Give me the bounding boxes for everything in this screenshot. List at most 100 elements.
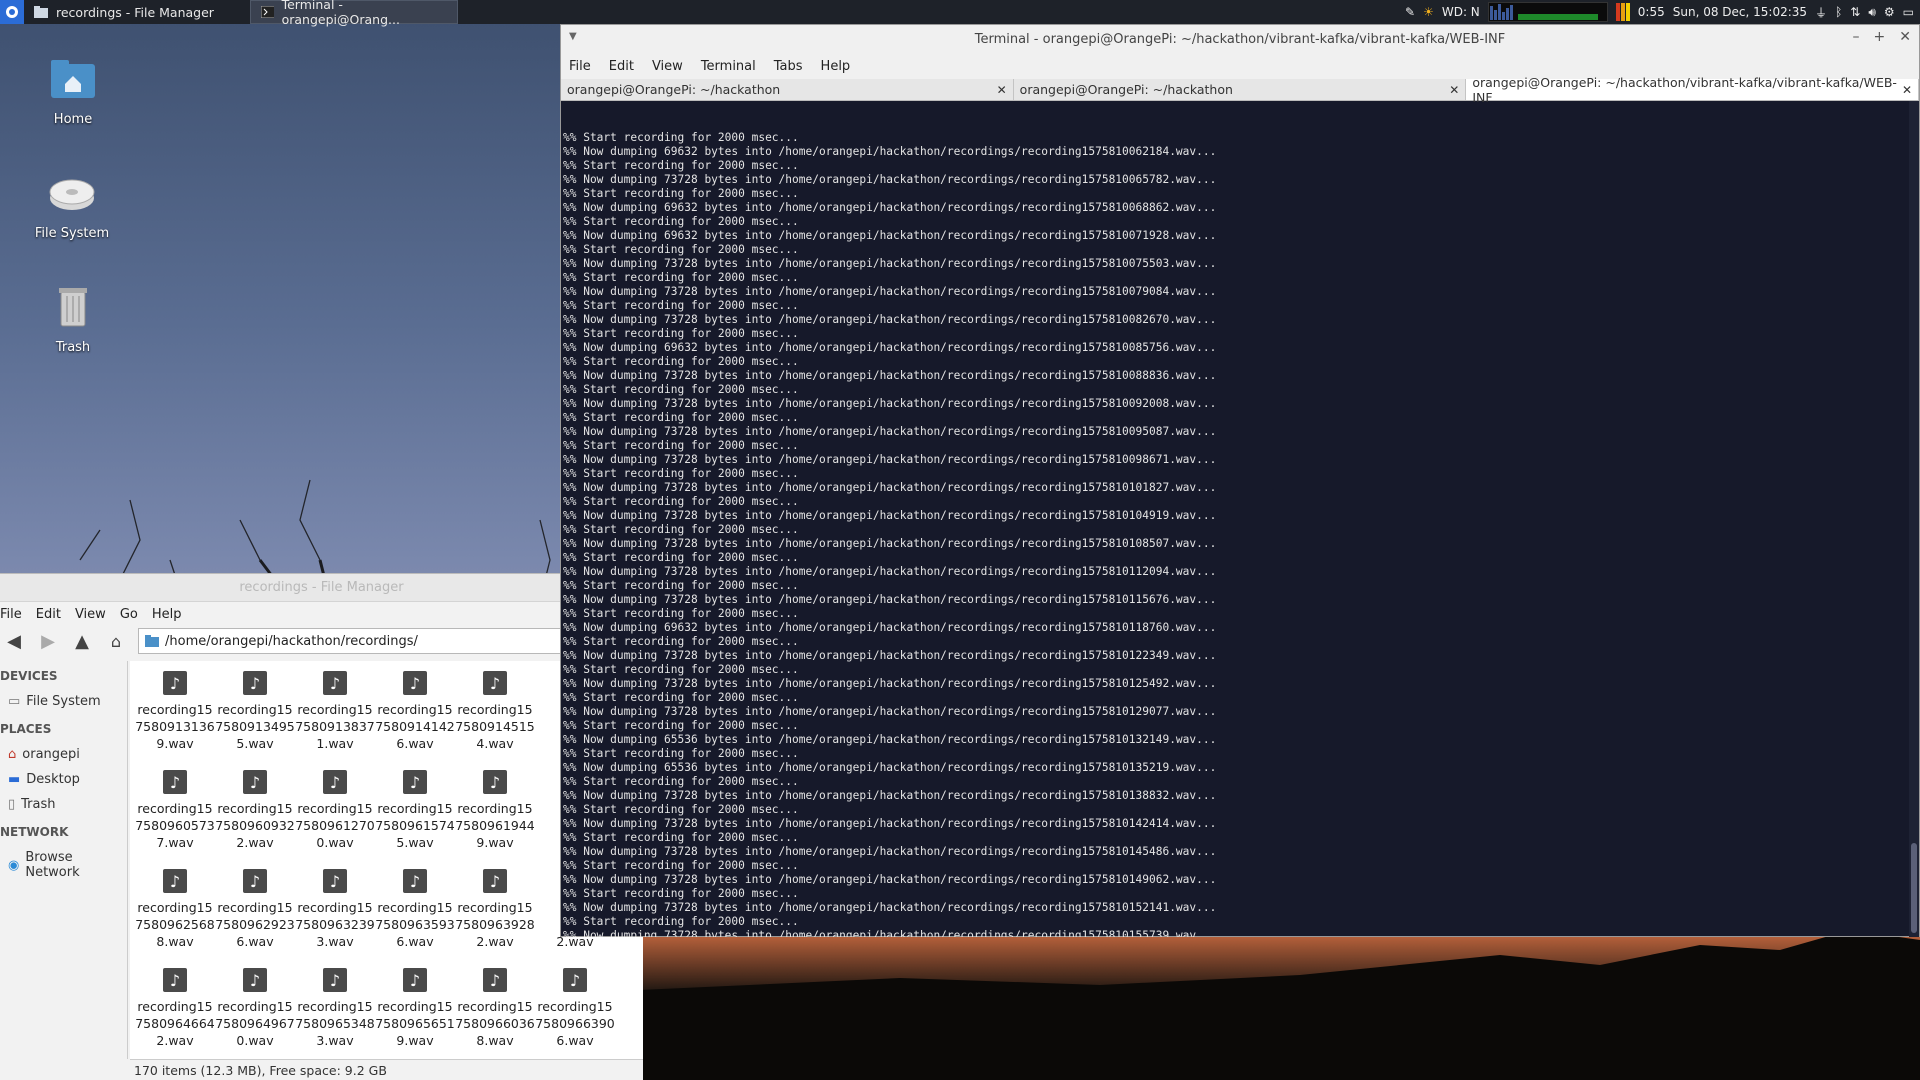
wd-indicator[interactable]: WD: N	[1442, 5, 1480, 19]
close-tab-icon[interactable]: ✕	[997, 83, 1007, 97]
file-item[interactable]: ♪ recording15 7580963239 3.wav	[295, 869, 375, 968]
file-item[interactable]: ♪ recording15 7580961270 0.wav	[295, 770, 375, 869]
file-item[interactable]: ♪ recording15 7580964967 0.wav	[215, 968, 295, 1059]
bluetooth-icon[interactable]: ᛒ	[1835, 5, 1842, 19]
scrollbar-thumb[interactable]	[1911, 843, 1917, 933]
file-item[interactable]: ♪ recording15 7580960932 2.wav	[215, 770, 295, 869]
terminal-line: %% Start recording for 2000 msec...	[563, 159, 799, 172]
file-name-line: recording15	[377, 900, 453, 915]
terminal-line: %% Start recording for 2000 msec...	[563, 747, 799, 760]
file-item[interactable]: ♪ recording15 7580964664 2.wav	[135, 968, 215, 1059]
up-button[interactable]: ▲	[70, 629, 94, 653]
file-item[interactable]: ♪ recording15 7580914515 4.wav	[455, 671, 535, 770]
terminal-tab-2[interactable]: orangepi@OrangePi: ~/hackathon ✕	[1014, 79, 1467, 100]
clock[interactable]: Sun, 08 Dec, 15:02:35	[1673, 5, 1807, 19]
file-item[interactable]: ♪ recording15 7580965348 3.wav	[295, 968, 375, 1059]
battery-time[interactable]: 0:55	[1638, 5, 1665, 19]
sidebar-item-browse-network[interactable]: ◉ Browse Network	[0, 845, 127, 885]
terminal-window: ▼ Terminal - orangepi@OrangePi: ~/hackat…	[560, 24, 1920, 937]
file-item[interactable]: ♪ recording15 7580913495 5.wav	[215, 671, 295, 770]
terminal-output[interactable]: %% Start recording for 2000 msec...%% No…	[561, 101, 1919, 937]
terminal-line: %% Start recording for 2000 msec...	[563, 467, 799, 480]
file-item[interactable]: ♪ recording15 7580961574 5.wav	[375, 770, 455, 869]
file-item[interactable]: ♪ recording15 7580962568 8.wav	[135, 869, 215, 968]
back-button[interactable]: ◀	[2, 629, 26, 653]
cpu-graph[interactable]	[1487, 2, 1608, 22]
fm-menu-edit[interactable]: Edit	[36, 607, 61, 622]
desktop-icon-file-system[interactable]: File System	[22, 168, 122, 241]
term-menu-view[interactable]: View	[652, 59, 683, 74]
file-item[interactable]: ♪ recording15 7580966390 6.wav	[535, 968, 615, 1059]
fm-menu-help[interactable]: Help	[152, 607, 182, 622]
desktop-icon-home[interactable]: Home	[23, 54, 123, 127]
terminal-line: %% Start recording for 2000 msec...	[563, 803, 799, 816]
term-menu-tabs[interactable]: Tabs	[774, 59, 803, 74]
taskbar-file-manager[interactable]: recordings - File Manager	[24, 0, 250, 24]
sidebar-network-header: NETWORK	[0, 825, 69, 839]
terminal-line: %% Now dumping 73728 bytes into /home/or…	[563, 285, 1217, 298]
file-name-line: 7.wav	[156, 835, 194, 850]
file-item[interactable]: ♪ recording15 7580962923 6.wav	[215, 869, 295, 968]
term-menu-help[interactable]: Help	[821, 59, 851, 74]
term-menu-terminal[interactable]: Terminal	[701, 59, 756, 74]
sidebar-item-file-system[interactable]: ▭ File System	[0, 689, 127, 714]
file-item[interactable]: ♪ recording15 7580913136 9.wav	[135, 671, 215, 770]
forward-button[interactable]: ▶	[36, 629, 60, 653]
term-menu-file[interactable]: File	[569, 59, 591, 74]
desktop-icon-trash[interactable]: Trash	[23, 282, 123, 355]
terminal-line: %% Start recording for 2000 msec...	[563, 691, 799, 704]
memory-meter[interactable]	[1615, 3, 1630, 21]
audio-file-icon: ♪	[483, 869, 507, 893]
weather-icon[interactable]: ☀	[1423, 5, 1434, 19]
terminal-line: %% Now dumping 73728 bytes into /home/or…	[563, 873, 1217, 886]
display-icon[interactable]: ▭	[1903, 5, 1914, 19]
file-manager-titlebar[interactable]: recordings - File Manager	[0, 574, 643, 602]
fm-menu-view[interactable]: View	[75, 607, 106, 622]
audio-file-icon: ♪	[323, 968, 347, 992]
terminal-tab-1[interactable]: orangepi@OrangePi: ~/hackathon ✕	[561, 79, 1014, 100]
location-path: /home/orangepi/hackathon/recordings/	[165, 633, 418, 649]
file-item[interactable]: ♪ recording15 7580914142 6.wav	[375, 671, 455, 770]
file-name-line: recording15	[137, 900, 213, 915]
arrow-right-icon: ▶	[41, 630, 55, 652]
file-name-line: recording15	[457, 801, 533, 816]
volume-icon[interactable]: 🔊︎	[1868, 5, 1876, 20]
terminal-scrollbar[interactable]	[1909, 101, 1919, 937]
file-item[interactable]: ♪ recording15 7580966036 8.wav	[455, 968, 535, 1059]
notes-icon[interactable]: ✎	[1405, 5, 1415, 19]
terminal-tab-3[interactable]: orangepi@OrangePi: ~/hackathon/vibrant-k…	[1466, 75, 1920, 105]
window-menu-icon[interactable]: ▼	[569, 31, 577, 42]
sidebar-item-trash[interactable]: ▯ Trash	[0, 792, 127, 817]
file-item[interactable]: ♪ recording15 7580963928 2.wav	[455, 869, 535, 968]
sidebar-item-desktop[interactable]: ▬ Desktop	[0, 767, 127, 792]
terminal-titlebar[interactable]: ▼ Terminal - orangepi@OrangePi: ~/hackat…	[561, 25, 1919, 53]
fm-menu-file[interactable]: File	[0, 607, 22, 622]
terminal-line: %% Start recording for 2000 msec...	[563, 383, 799, 396]
maximize-icon[interactable]: +	[1874, 29, 1886, 45]
applications-menu-button[interactable]	[0, 0, 24, 24]
fm-menu-go[interactable]: Go	[120, 607, 138, 622]
terminal-line: %% Start recording for 2000 msec...	[563, 243, 799, 256]
taskbar-terminal[interactable]: Terminal - orangepi@Orang...	[250, 0, 458, 27]
file-name-line: recording15	[217, 801, 293, 816]
audio-file-icon: ♪	[323, 770, 347, 794]
close-icon[interactable]: ✕	[1899, 29, 1911, 45]
minimize-icon[interactable]: –	[1853, 29, 1860, 45]
network-icon[interactable]: ⇅	[1850, 5, 1860, 19]
file-item[interactable]: ♪ recording15 7580961944 9.wav	[455, 770, 535, 869]
drive-icon: ▭	[8, 694, 21, 709]
power-plug-icon[interactable]: ⏚	[1815, 4, 1827, 21]
file-item[interactable]: ♪ recording15 7580965651 9.wav	[375, 968, 455, 1059]
terminal-line: %% Start recording for 2000 msec...	[563, 271, 799, 284]
file-item[interactable]: ♪ recording15 7580960573 7.wav	[135, 770, 215, 869]
trash-icon: ▯	[8, 797, 16, 812]
file-item[interactable]: ♪ recording15 7580913837 1.wav	[295, 671, 375, 770]
home-button[interactable]: ⌂	[104, 629, 128, 653]
settings-gear-icon[interactable]: ⚙	[1884, 5, 1895, 19]
close-tab-icon[interactable]: ✕	[1449, 83, 1459, 97]
sidebar-item-orangepi[interactable]: ⌂ orangepi	[0, 742, 127, 767]
file-item[interactable]: ♪ recording15 7580963593 6.wav	[375, 869, 455, 968]
term-menu-edit[interactable]: Edit	[609, 59, 634, 74]
taskbar-terminal-label: Terminal - orangepi@Orang...	[281, 0, 400, 27]
close-tab-icon[interactable]: ✕	[1902, 83, 1912, 97]
